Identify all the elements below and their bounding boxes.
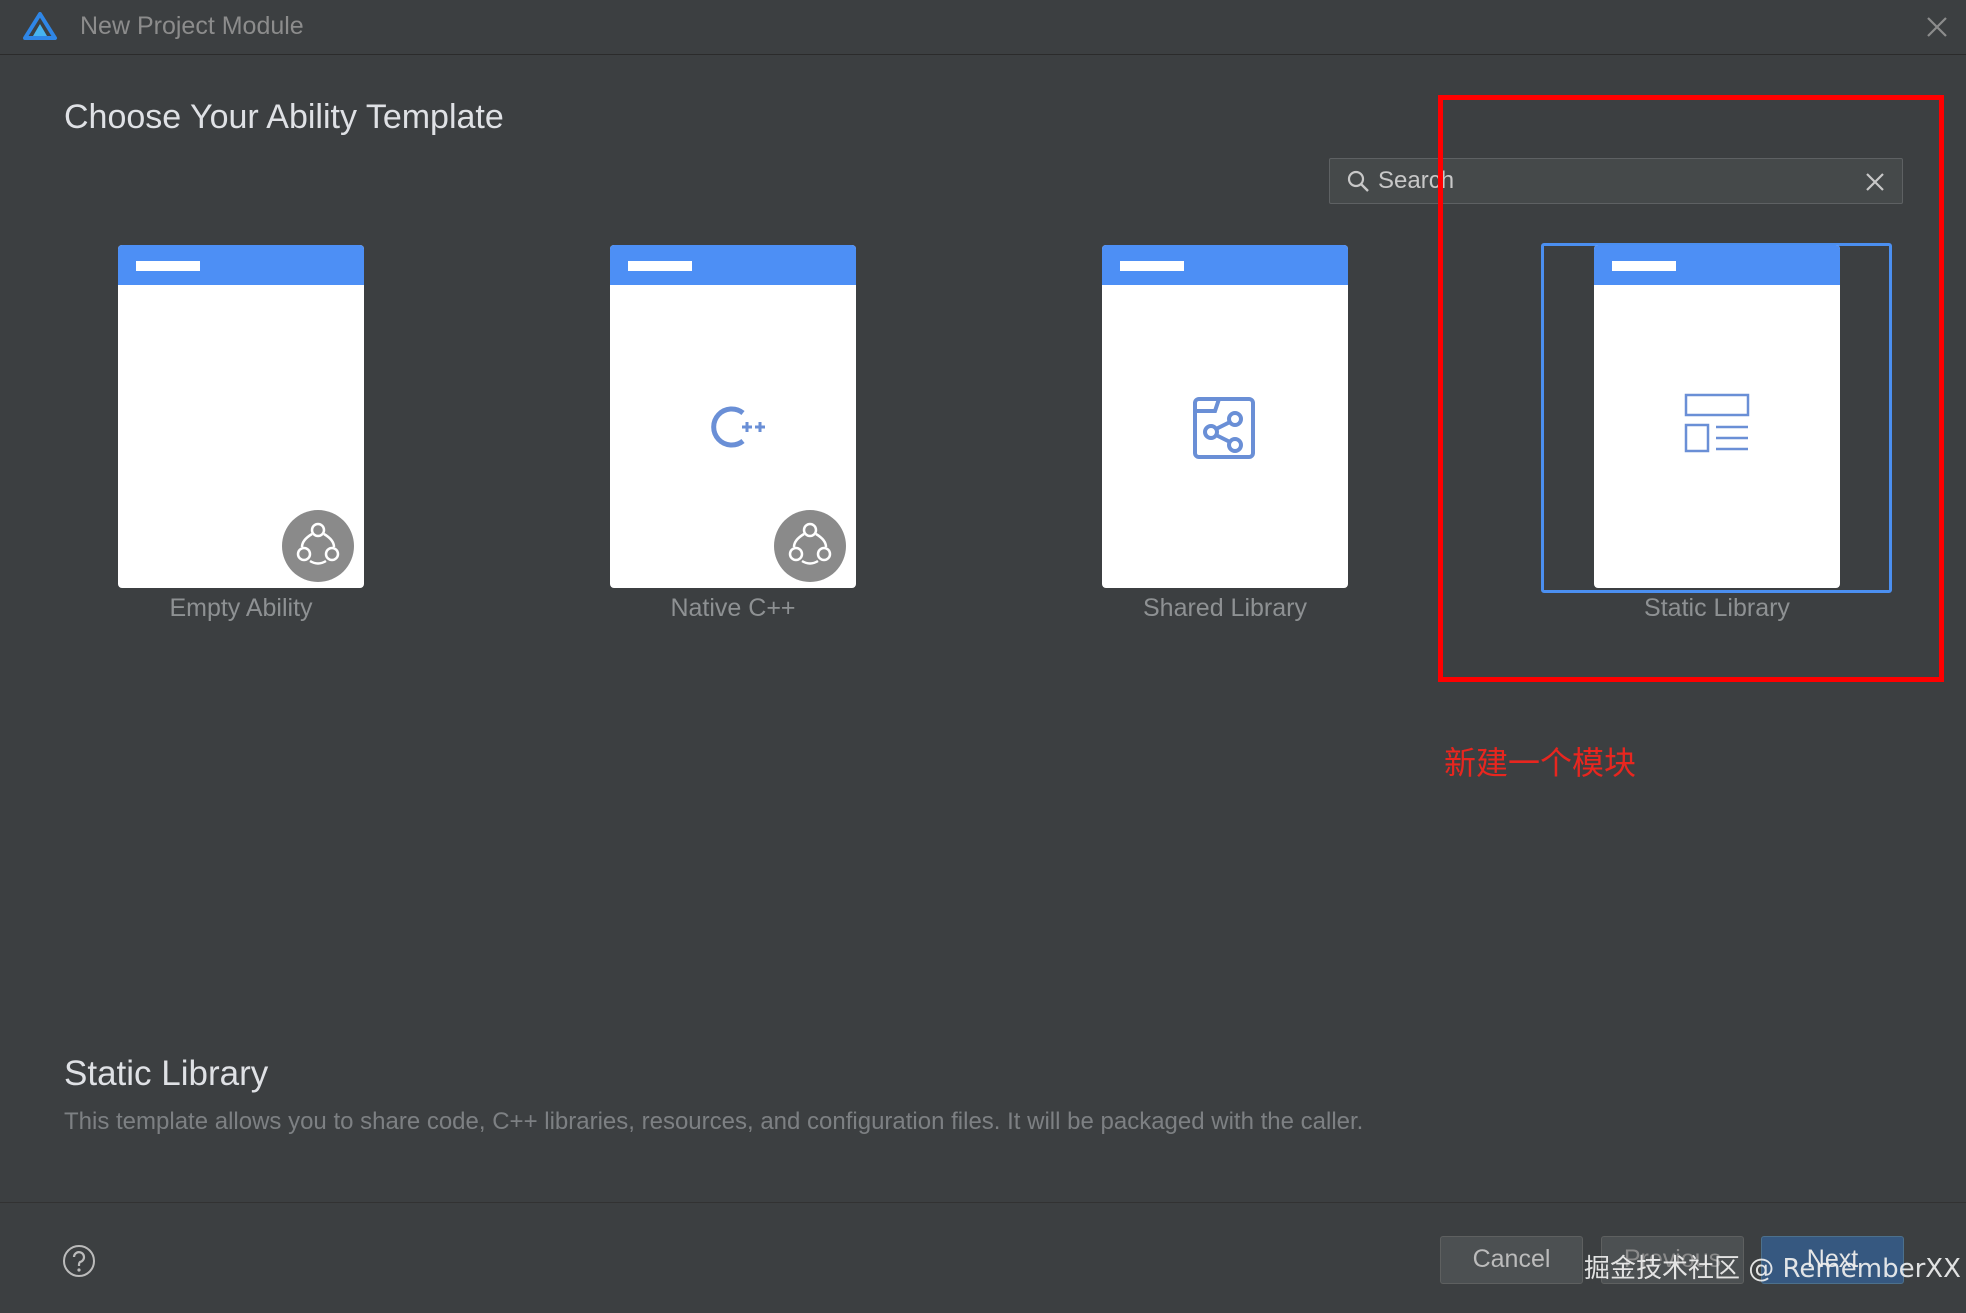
ability-badge-icon	[774, 510, 846, 582]
template-card-native-cpp[interactable]	[610, 243, 856, 588]
template-preview	[610, 245, 856, 588]
template-preview	[1102, 245, 1348, 588]
cancel-button[interactable]: Cancel	[1440, 1236, 1583, 1284]
watermark: 掘金技术社区 @ RememberXX	[1584, 1254, 1961, 1284]
template-description-title: Static Library	[64, 1054, 269, 1093]
template-label-shared-library: Shared Library	[1143, 594, 1307, 622]
preview-header	[118, 245, 364, 285]
share-icon	[1193, 397, 1255, 459]
close-icon[interactable]	[1922, 12, 1952, 42]
template-card-shared-library[interactable]	[1102, 243, 1348, 588]
page-title: Choose Your Ability Template	[64, 98, 504, 136]
search-icon	[1347, 170, 1369, 192]
annotation-text: 新建一个模块	[1444, 744, 1637, 782]
annotation-highlight-box	[1438, 95, 1944, 682]
cpp-icon	[711, 406, 765, 448]
help-icon[interactable]	[62, 1244, 96, 1278]
preview-header-bar	[628, 261, 692, 271]
preview-header-bar	[1120, 261, 1184, 271]
template-label-empty-ability: Empty Ability	[169, 594, 313, 622]
preview-header	[610, 245, 856, 285]
window-title: New Project Module	[80, 12, 304, 40]
template-card-empty-ability[interactable]	[118, 243, 364, 588]
template-label-native-cpp: Native C++	[670, 594, 796, 622]
deveco-logo-icon	[23, 12, 57, 40]
title-bar: New Project Module	[0, 0, 1966, 55]
ability-badge-icon	[282, 510, 354, 582]
template-preview	[118, 245, 364, 588]
preview-header	[1102, 245, 1348, 285]
template-description-text: This template allows you to share code, …	[64, 1108, 1364, 1135]
preview-header-bar	[136, 261, 200, 271]
footer-divider	[0, 1202, 1966, 1203]
